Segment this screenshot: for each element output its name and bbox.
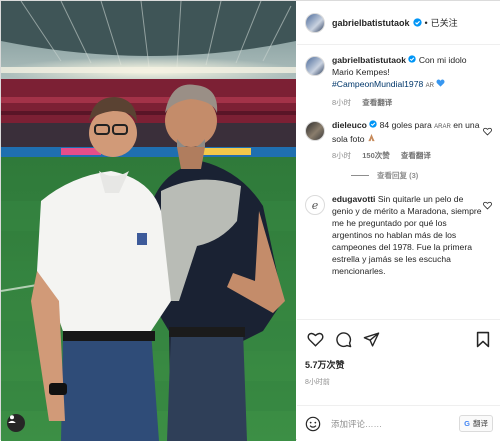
commenter-avatar[interactable] — [305, 121, 325, 141]
post-header: gabrielbatistutaok • 已关注 — [297, 1, 500, 45]
comment-like-heart-icon[interactable] — [483, 201, 492, 210]
flag-text: AR — [425, 83, 434, 89]
blue-heart-icon — [436, 79, 445, 89]
likes-count[interactable]: 5.7万次赞 — [305, 358, 493, 371]
translate-icon: G — [464, 419, 470, 428]
caption-hashtag[interactable]: #CampeonMundial1978 — [332, 79, 423, 89]
comment: e edugavotti Sin quitarle un pelo de gen… — [305, 193, 493, 277]
caption-username[interactable]: gabrielbatistutaok — [332, 55, 406, 65]
share-icon[interactable] — [361, 329, 381, 349]
commenter-username[interactable]: dieleuco — [332, 120, 367, 130]
follow-status-button[interactable]: 已关注 — [431, 16, 458, 29]
comment-likes[interactable]: 150次赞 — [362, 151, 390, 160]
caption-time: 8小时 — [332, 98, 352, 107]
replies-line — [351, 175, 369, 176]
comment-icon[interactable] — [333, 329, 353, 349]
instagram-post: gabrielbatistutaok • 已关注 gabrielbatistut… — [0, 0, 500, 441]
separator-dot: • — [424, 17, 428, 28]
add-comment-bar: G 翻译 — [297, 405, 500, 441]
comment-text: Sin quitarle un pelo de genio y de mérit… — [332, 194, 482, 276]
stadium-photo — [1, 1, 296, 441]
flag-text: ARAR — [434, 124, 451, 130]
caption-translate-link[interactable]: 查看翻译 — [362, 98, 392, 107]
post-actions: 5.7万次赞 8小时前 — [297, 319, 500, 387]
comment: dieleuco 84 goles para ARAR en una sola … — [305, 119, 493, 162]
post-date: 8小时前 — [305, 379, 330, 386]
commenter-username[interactable]: edugavotti — [332, 194, 375, 204]
tagged-users-icon[interactable] — [7, 414, 25, 432]
view-replies-button[interactable]: 查看回复 (3) — [351, 170, 493, 181]
avatar-letter: e — [311, 198, 319, 212]
verified-badge-icon — [408, 55, 417, 65]
verified-badge-icon — [369, 120, 377, 130]
author-avatar[interactable] — [305, 12, 325, 33]
comment-like-heart-icon[interactable] — [483, 127, 492, 136]
comment-text: 84 goles para — [379, 120, 432, 130]
view-replies-label: 查看回复 (3) — [377, 171, 419, 180]
commenter-avatar[interactable]: e — [305, 195, 325, 215]
comments-list: gabrielbatistutaok Con mi idolo Mario Ke… — [297, 46, 500, 318]
like-heart-icon[interactable] — [305, 329, 325, 349]
bookmark-icon[interactable] — [473, 329, 493, 349]
post-side-panel: gabrielbatistutaok • 已关注 gabrielbatistut… — [297, 1, 500, 441]
author-username[interactable]: gabrielbatistutaok — [332, 18, 410, 28]
post-photo[interactable] — [1, 1, 296, 441]
caption-author-avatar[interactable] — [305, 56, 325, 76]
verified-badge-icon — [412, 18, 422, 27]
comment-translate-link[interactable]: 查看翻译 — [401, 151, 431, 160]
emoji-icon[interactable] — [305, 416, 321, 432]
comment-input[interactable] — [331, 418, 451, 429]
comment-time: 8小时 — [332, 151, 352, 160]
translate-button-label: 翻译 — [473, 419, 488, 428]
translate-extension-button[interactable]: G 翻译 — [459, 415, 493, 432]
praying-hands-icon — [367, 133, 376, 144]
caption: gabrielbatistutaok Con mi idolo Mario Ke… — [305, 54, 493, 109]
